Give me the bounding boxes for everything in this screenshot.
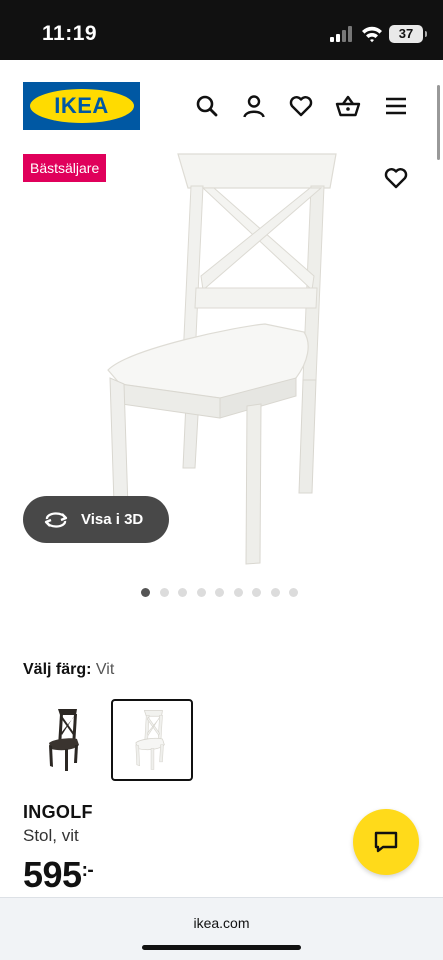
view-in-3d-label: Visa i 3D <box>81 511 144 528</box>
wifi-icon <box>361 25 383 43</box>
ikea-logo[interactable]: IKEA <box>23 82 140 130</box>
price-value: 595 <box>23 854 82 895</box>
status-bar: 11:19 37 <box>0 0 443 60</box>
page-scrollbar[interactable] <box>437 85 440 160</box>
color-swatch-black-brown[interactable] <box>25 699 107 781</box>
carousel-dot[interactable] <box>289 588 298 597</box>
chat-icon <box>374 831 398 853</box>
product-wishlist-heart-icon[interactable] <box>383 165 409 191</box>
cellular-signal-icon <box>330 26 354 42</box>
cart-icon[interactable] <box>335 93 361 119</box>
product-name: INGOLF <box>23 802 93 822</box>
search-icon[interactable] <box>194 93 220 119</box>
carousel-dot[interactable] <box>270 588 280 597</box>
color-label: Välj färg: <box>23 661 92 678</box>
product-price: 595:- <box>23 854 94 896</box>
color-swatch-white[interactable] <box>111 699 193 781</box>
logo-text: IKEA <box>54 93 109 118</box>
product-description: Stol, vit <box>23 826 79 845</box>
home-indicator[interactable] <box>142 945 301 950</box>
browser-address-bar[interactable]: ikea.com <box>0 897 443 960</box>
account-icon[interactable] <box>241 93 267 119</box>
battery-indicator: 37 <box>389 25 427 43</box>
view-in-3d-button[interactable]: Visa i 3D <box>23 496 169 543</box>
carousel-dot[interactable] <box>215 588 224 597</box>
carousel-dot[interactable] <box>141 588 150 597</box>
carousel-dot[interactable] <box>252 588 261 597</box>
status-time: 11:19 <box>42 22 98 45</box>
carousel-dot[interactable] <box>233 588 243 597</box>
carousel-dot[interactable] <box>178 588 187 597</box>
wishlist-icon[interactable] <box>288 93 314 119</box>
carousel-dot[interactable] <box>196 588 206 597</box>
url-text[interactable]: ikea.com <box>0 915 443 931</box>
price-suffix: :- <box>81 860 94 881</box>
color-selector-label: Välj färg: Vit <box>23 661 114 679</box>
menu-icon[interactable] <box>383 93 409 119</box>
image-carousel-dots[interactable] <box>141 588 308 597</box>
color-value: Vit <box>95 661 115 678</box>
carousel-dot[interactable] <box>159 588 169 597</box>
rotate-3d-icon <box>44 511 68 528</box>
chat-button[interactable] <box>353 809 419 875</box>
